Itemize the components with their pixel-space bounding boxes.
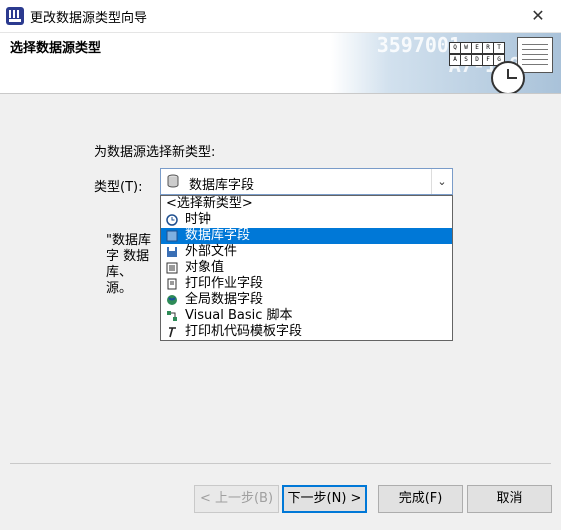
dropdown-option-visual-basic-script[interactable]: Visual Basic 脚本 xyxy=(161,308,452,324)
next-button[interactable]: 下一步(N) > xyxy=(282,485,367,513)
type-dropdown-list: <选择新类型> 时钟 数据库字段 外部文件 对象值 打印作业字段 全局数据字段 … xyxy=(160,195,453,341)
dropdown-option-external-file[interactable]: 外部文件 xyxy=(161,244,452,260)
close-icon: ✕ xyxy=(531,6,545,25)
select-type-prompt: 为数据源选择新类型: xyxy=(94,145,216,160)
type-description: "数据库字 数据库、 源。 xyxy=(106,233,151,296)
database-icon xyxy=(167,174,179,188)
vb-script-icon xyxy=(167,311,177,321)
document-icon xyxy=(517,37,553,73)
dropdown-option-print-job-field[interactable]: 打印作业字段 xyxy=(161,276,452,292)
keyboard-keys-icon: Q W E R T A S D F G xyxy=(449,42,505,66)
finish-button[interactable]: 完成(F) xyxy=(378,485,463,513)
dropdown-option-clock[interactable]: 时钟 xyxy=(161,212,452,228)
wizard-header: 选择数据源类型 3597001 A7-118 Q W E R T A S D F… xyxy=(0,33,561,94)
page-title: 选择数据源类型 xyxy=(10,41,102,56)
print-job-icon xyxy=(167,278,177,290)
chevron-down-icon[interactable]: ⌄ xyxy=(431,169,452,194)
header-banner-graphic: 3597001 A7-118 Q W E R T A S D F G xyxy=(331,33,561,93)
save-disk-icon xyxy=(167,247,177,257)
app-icon xyxy=(6,7,24,25)
back-button[interactable]: < 上一步(B) xyxy=(194,485,279,513)
window-title: 更改数据源类型向导 xyxy=(30,11,148,26)
globe-icon xyxy=(167,295,177,305)
combobox-value: 数据库字段 xyxy=(189,178,255,193)
dropdown-option-printer-code-template-field[interactable]: 打印机代码模板字段 xyxy=(161,324,452,340)
dropdown-option-global-data-field[interactable]: 全局数据字段 xyxy=(161,292,452,308)
type-label: 类型(T): xyxy=(94,180,143,195)
close-button[interactable]: ✕ xyxy=(523,4,553,28)
database-field-icon xyxy=(166,230,178,242)
clock-icon xyxy=(166,214,178,226)
clock-icon xyxy=(491,61,525,93)
dropdown-option-database-field[interactable]: 数据库字段 xyxy=(161,228,452,244)
dropdown-option-select-new-type[interactable]: <选择新类型> xyxy=(161,196,452,212)
printer-code-template-icon xyxy=(169,327,176,338)
dropdown-option-object-value[interactable]: 对象值 xyxy=(161,260,452,276)
footer-separator xyxy=(10,463,551,464)
type-combobox[interactable]: 数据库字段 ⌄ xyxy=(160,168,453,195)
object-value-icon xyxy=(166,262,178,274)
title-bar: 更改数据源类型向导 ✕ xyxy=(0,0,561,33)
cancel-button[interactable]: 取消 xyxy=(467,485,552,513)
